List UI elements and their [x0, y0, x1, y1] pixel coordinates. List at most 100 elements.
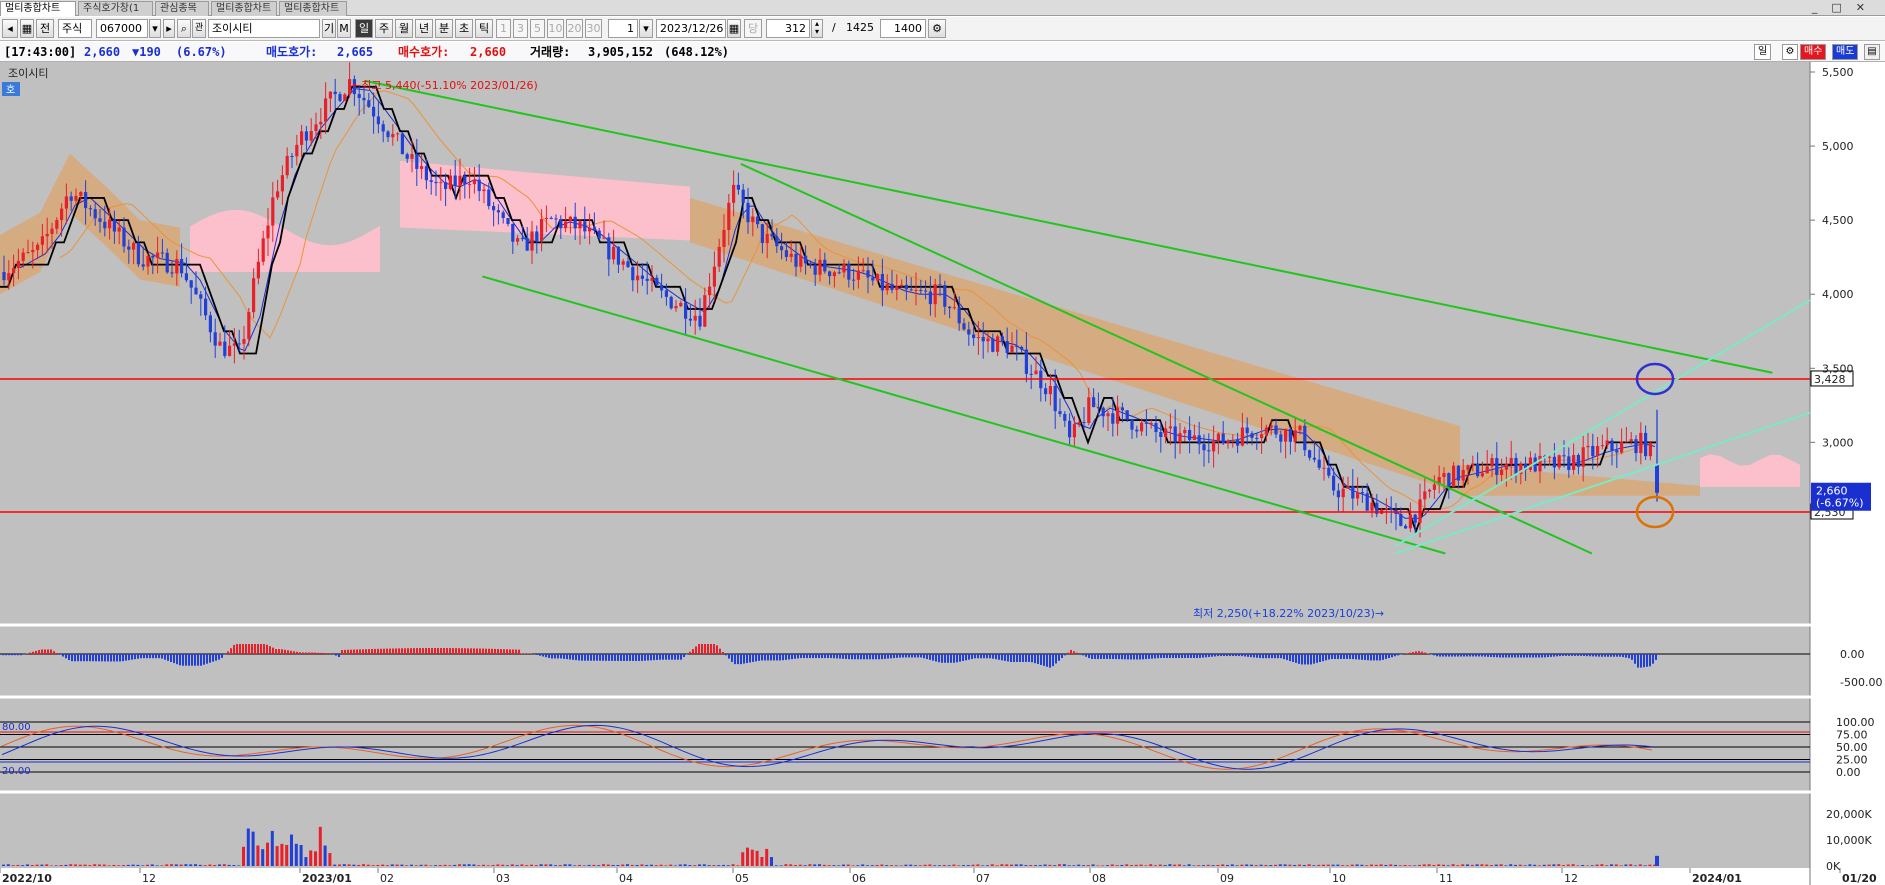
interval-3[interactable]: 3 — [513, 19, 528, 38]
minimize-icon[interactable]: _ — [1812, 1, 1832, 14]
date-input[interactable]: 2023/12/26 — [656, 19, 726, 38]
daily-button[interactable]: 일 — [1754, 44, 1772, 60]
candle-body — [208, 315, 212, 333]
tab-watchlist[interactable]: 관심종목 — [155, 1, 209, 16]
ask-price: 2,665 — [337, 45, 374, 59]
display-count-input[interactable]: 1400 — [880, 19, 926, 38]
calendar-icon[interactable]: ▦ — [727, 19, 741, 38]
interval-1[interactable]: 1 — [496, 19, 511, 38]
macd-bar — [26, 653, 28, 654]
volume-bar — [357, 864, 361, 866]
interval-20[interactable]: 20 — [566, 19, 583, 38]
candle-body — [1346, 486, 1350, 489]
interval-10[interactable]: 10 — [547, 19, 564, 38]
period-month[interactable]: 월 — [395, 19, 413, 38]
candle-body — [31, 249, 35, 253]
volume-bar — [544, 864, 548, 866]
candle-body — [549, 217, 553, 219]
candle-body — [1264, 427, 1268, 435]
count-input[interactable]: 312 — [766, 19, 810, 38]
macd-bar — [2, 654, 4, 656]
macd-bar — [1166, 654, 1168, 658]
macd-bar — [977, 654, 979, 659]
macd-bar — [266, 644, 268, 654]
sell-button[interactable]: 매도 — [1832, 44, 1859, 60]
macd-bar — [1175, 654, 1177, 658]
unit-input[interactable]: 1 — [608, 19, 638, 38]
candle-body — [1620, 441, 1624, 453]
period-day[interactable]: 일 — [355, 19, 373, 38]
code-input[interactable]: 067000 — [96, 19, 148, 38]
macd-bar — [1505, 654, 1507, 658]
restore-icon[interactable]: □ — [1831, 1, 1855, 14]
macd-bar — [1649, 654, 1651, 667]
volume-bar — [616, 865, 620, 866]
volume-bar — [155, 865, 159, 866]
macd-bar — [1526, 654, 1528, 658]
search-icon[interactable]: ⌕ — [177, 19, 191, 38]
candle-body — [487, 189, 491, 207]
macd-bar — [1613, 654, 1615, 657]
period-tick[interactable]: 틱 — [475, 19, 493, 38]
code-dropdown-icon[interactable]: ▾ — [149, 19, 161, 38]
macd-bar — [962, 654, 964, 661]
macd-bar — [1415, 651, 1417, 654]
volume-bar — [1547, 864, 1551, 866]
tab-multi-chart-3[interactable]: 멀티종합차트 — [279, 1, 347, 16]
market-select[interactable]: 주식 — [58, 19, 92, 38]
candle-body — [842, 264, 846, 273]
macd-bar — [824, 654, 826, 659]
close-icon[interactable]: ✕ — [1856, 1, 1879, 14]
chart-area[interactable]: 3,4282,5302,660(-6.67%) 0.00-500.00100.0… — [0, 62, 1885, 885]
volume-bar — [587, 864, 591, 866]
candle-body — [367, 100, 371, 107]
candle-body — [319, 121, 323, 125]
next-code-icon[interactable]: ▸ — [163, 19, 175, 38]
tab-multi-chart-2[interactable]: 멀티종합차트 — [211, 1, 277, 16]
panel-toggle-icon[interactable]: ▤ — [1864, 44, 1880, 60]
macd-bar — [212, 654, 214, 662]
candle-body — [444, 182, 448, 190]
volume-bar — [93, 864, 97, 866]
layout-toggle-icon[interactable]: ◂ — [2, 19, 18, 38]
volume-bar — [1360, 864, 1364, 866]
settings-small-icon[interactable]: ⚙ — [1782, 44, 1798, 60]
candle-body — [1384, 508, 1388, 510]
count-stepper[interactable]: ▴ ▾ — [811, 19, 823, 38]
dang-button[interactable]: 당 — [744, 19, 762, 38]
fav-icon[interactable]: 관 — [192, 19, 206, 38]
macd-bar — [1283, 654, 1285, 660]
tab-multi-chart-1[interactable]: 멀티종합차트 — [0, 1, 76, 16]
interval-5[interactable]: 5 — [530, 19, 545, 38]
period-year[interactable]: 년 — [415, 19, 433, 38]
tab-order-book[interactable]: 주식호가창(1 — [78, 1, 153, 16]
macd-bar — [269, 646, 271, 654]
unit-dropdown-icon[interactable]: ▾ — [639, 19, 653, 38]
volume-value: 3,905,152 — [588, 45, 654, 59]
macd-bar — [656, 654, 658, 660]
macd-bar — [452, 648, 454, 654]
candle-body — [21, 252, 25, 261]
period-second[interactable]: 초 — [455, 19, 473, 38]
info-button[interactable]: 기 — [322, 19, 336, 38]
grid-icon[interactable]: ▦ — [20, 19, 34, 38]
settings-icon[interactable]: ⚙ — [928, 19, 946, 38]
volume-bar — [1562, 865, 1565, 866]
volume-bar — [1590, 865, 1594, 866]
interval-30[interactable]: 30 — [585, 19, 602, 38]
macd-bar — [1061, 654, 1063, 659]
buy-button[interactable]: 매수 — [1800, 44, 1827, 60]
macd-bar — [104, 654, 106, 662]
macd-bar — [308, 652, 310, 654]
macd-bar — [224, 654, 226, 655]
prev-button[interactable]: 전 — [36, 19, 54, 38]
period-minute[interactable]: 분 — [435, 19, 453, 38]
bid-price: 2,660 — [470, 45, 507, 59]
candle-body — [1538, 455, 1542, 472]
stock-name-field[interactable]: 조이시티 — [208, 19, 320, 38]
m-button[interactable]: M — [337, 19, 351, 38]
macd-bar — [707, 644, 709, 654]
period-week[interactable]: 주 — [375, 19, 393, 38]
candle-body — [324, 98, 328, 122]
chart-title: 조이시티 — [8, 67, 48, 80]
